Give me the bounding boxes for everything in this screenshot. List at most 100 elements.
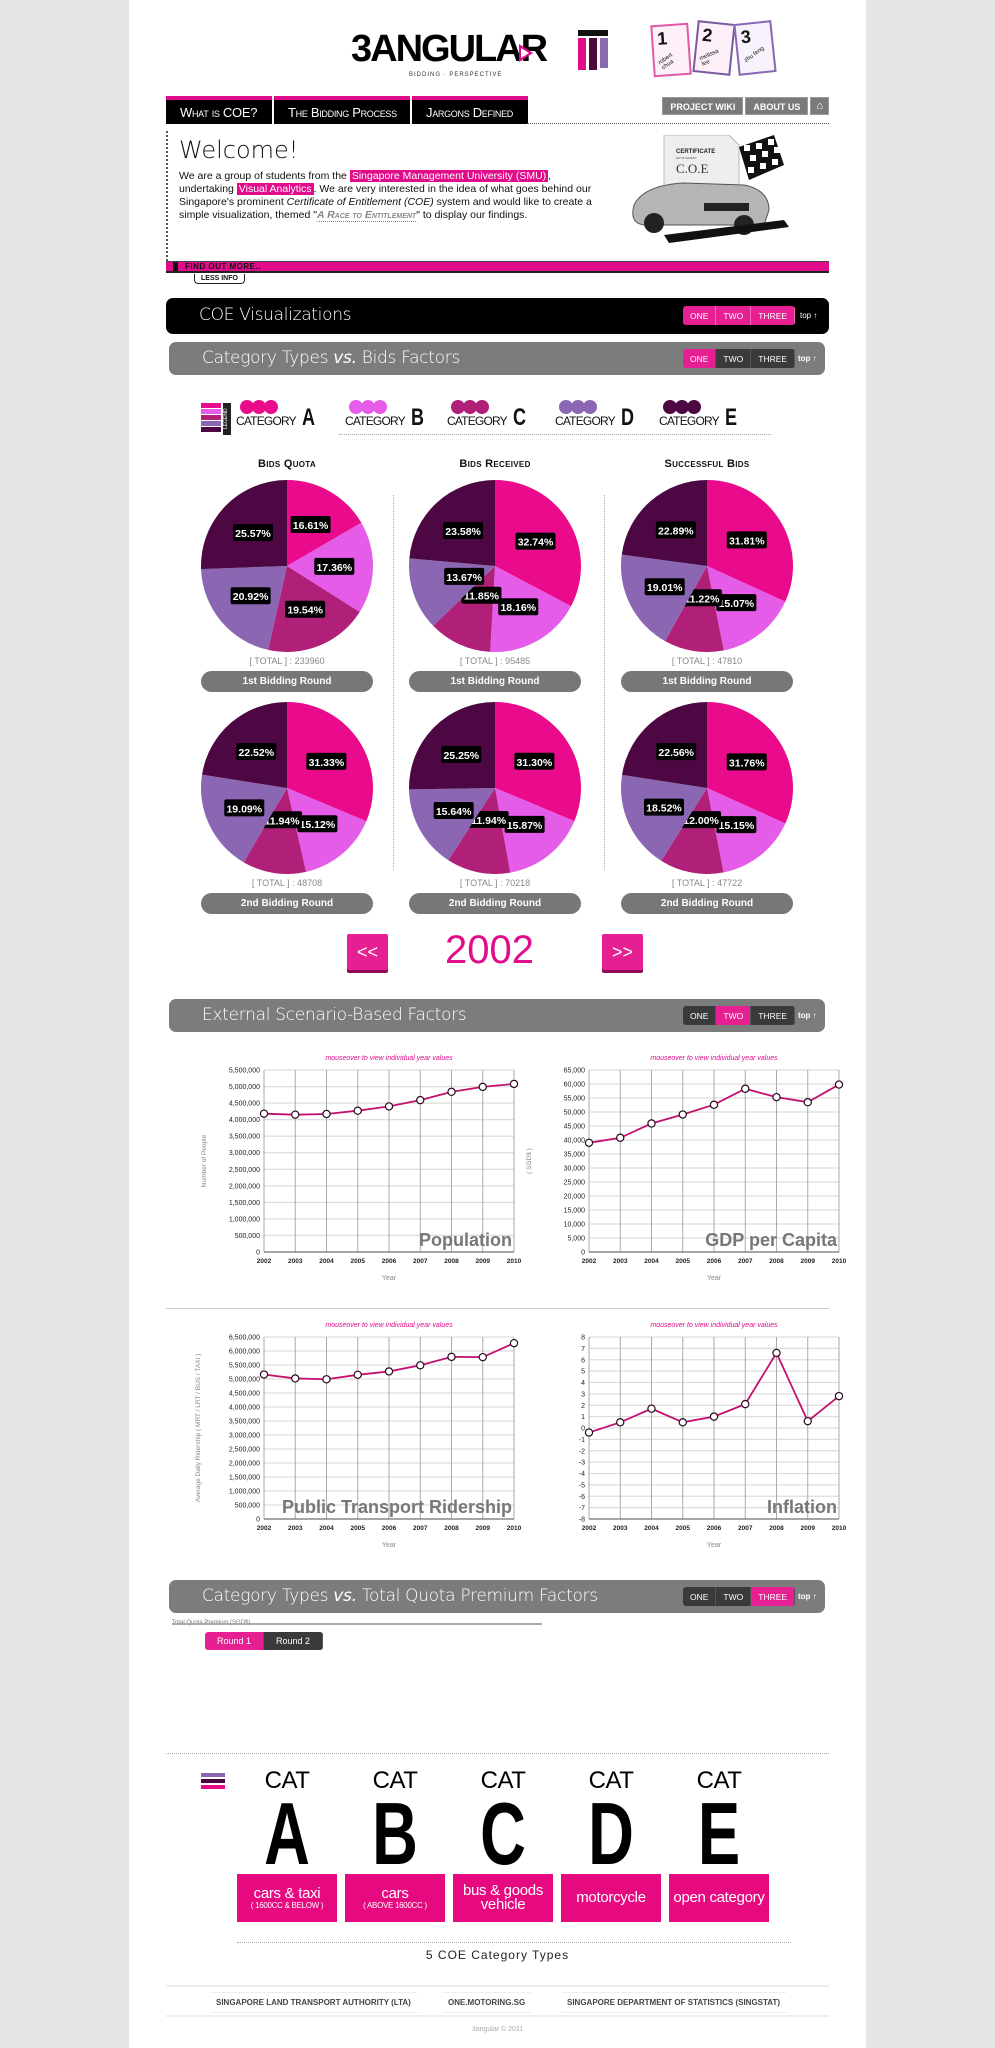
y-tick-label: 6: [581, 1357, 585, 1364]
s3-two-button[interactable]: TWO: [716, 1587, 752, 1606]
data-point[interactable]: [291, 1110, 300, 1119]
site-logo[interactable]: 3ANGULAR: [351, 28, 548, 71]
about-us-button[interactable]: ABOUT US: [745, 97, 809, 115]
pie-chart[interactable]: 32.74% 18.16%11.85% 13.67% 23.58%: [409, 480, 581, 652]
data-point[interactable]: [709, 1100, 719, 1109]
less-info-button[interactable]: LESS INFO: [194, 274, 245, 284]
footer-link-lta[interactable]: SINGAPORE LAND TRANSPORT AUTHORITY (LTA): [210, 1992, 417, 2013]
pie-chart[interactable]: 31.33%15.12%11.94%19.09%22.52%: [201, 702, 373, 874]
nav-tab-bidding-process[interactable]: The Bidding Process: [274, 96, 410, 124]
team-card-1[interactable]: 1 robert chua: [650, 22, 692, 78]
data-point[interactable]: [384, 1102, 394, 1111]
data-point[interactable]: [353, 1106, 362, 1115]
main-two-button[interactable]: TWO: [716, 306, 752, 325]
s1-two-button[interactable]: TWO: [716, 349, 752, 368]
line-chart-public-transport-ridership[interactable]: mouseover to view individual year values…: [192, 1315, 522, 1555]
pie-chart[interactable]: 16.61% 17.36% 19.54% 20.92% 25.57%: [201, 480, 373, 652]
cat-type-box-d[interactable]: motorcycle: [561, 1874, 661, 1922]
top-link[interactable]: top ↑: [800, 311, 817, 320]
data-point[interactable]: [772, 1348, 781, 1358]
s2-three-button[interactable]: THREE: [751, 1006, 796, 1025]
team-card-2[interactable]: 2 melissa lee: [692, 20, 736, 76]
home-icon[interactable]: ⌂: [810, 97, 829, 115]
data-point[interactable]: [416, 1095, 425, 1105]
data-point[interactable]: [678, 1110, 687, 1119]
y-tick-label: 5,000,000: [229, 1084, 260, 1091]
bidding-round-pill[interactable]: 2nd Bidding Round: [621, 893, 793, 914]
cat-type-box-c[interactable]: bus & goods vehicle: [453, 1874, 553, 1922]
data-point[interactable]: [322, 1109, 331, 1119]
s3-one-button[interactable]: ONE: [683, 1587, 717, 1606]
data-point[interactable]: [259, 1109, 269, 1118]
data-point[interactable]: [384, 1367, 394, 1376]
top-link[interactable]: top ↑: [798, 1011, 817, 1020]
s1-one-button[interactable]: ONE: [683, 349, 717, 368]
top-link[interactable]: top ↑: [798, 354, 817, 363]
data-point[interactable]: [416, 1361, 425, 1370]
cat-type-box-e[interactable]: open category: [669, 1874, 769, 1922]
data-point[interactable]: [616, 1133, 625, 1142]
next-year-button[interactable]: >>: [602, 934, 643, 970]
data-point[interactable]: [741, 1399, 750, 1409]
bidding-round-pill[interactable]: 2nd Bidding Round: [201, 893, 373, 914]
round-1-button[interactable]: Round 1: [205, 1632, 265, 1650]
project-wiki-button[interactable]: PROJECT WIKI: [662, 97, 744, 115]
data-point[interactable]: [834, 1080, 844, 1089]
nav-tab-jargons[interactable]: Jargons Defined: [412, 96, 528, 124]
legend-letter: D: [621, 404, 635, 431]
data-point[interactable]: [709, 1412, 719, 1421]
line-chart-population[interactable]: mouseover to view individual year values…: [192, 1048, 522, 1288]
data-point[interactable]: [647, 1119, 656, 1128]
data-point[interactable]: [478, 1352, 487, 1362]
visual-analytics-link[interactable]: Visual Analytics: [236, 183, 314, 195]
data-point[interactable]: [803, 1098, 812, 1107]
top-link[interactable]: top ↑: [798, 1592, 817, 1601]
data-point[interactable]: [616, 1418, 625, 1427]
data-point[interactable]: [772, 1092, 781, 1102]
pie-chart[interactable]: 31.81%15.07%11.22%19.01%22.89%: [621, 480, 793, 652]
pie-chart[interactable]: 31.76%15.15%12.00%18.52%22.56%: [621, 702, 793, 874]
data-point[interactable]: [584, 1138, 594, 1148]
s2-two-button[interactable]: TWO: [716, 1006, 752, 1025]
footer-link-onemotoring[interactable]: ONE.MOTORING.SG: [442, 1992, 532, 2013]
main-one-button[interactable]: ONE: [683, 306, 717, 325]
smu-link[interactable]: Singapore Management University (SMU): [349, 170, 549, 182]
line-chart-inflation[interactable]: mouseover to view individual year values…: [517, 1315, 847, 1555]
data-point[interactable]: [353, 1370, 362, 1380]
data-point[interactable]: [447, 1352, 456, 1362]
team-card-3[interactable]: 3 zhu feng: [733, 20, 777, 76]
pie-slice-e[interactable]: [409, 702, 495, 790]
cat-type-box-a[interactable]: cars & taxi( 1600CC & BELOW ): [237, 1874, 337, 1922]
find-out-more-label[interactable]: FIND OUT MORE..: [185, 262, 261, 271]
prev-year-button[interactable]: <<: [347, 934, 388, 970]
bidding-round-pill[interactable]: 2nd Bidding Round: [409, 893, 581, 914]
pie-label: 15.12%: [300, 819, 336, 831]
main-three-button[interactable]: THREE: [751, 306, 796, 325]
data-point[interactable]: [647, 1404, 656, 1413]
s1-three-button[interactable]: THREE: [751, 349, 796, 368]
svg-text:CERTIFICATE: CERTIFICATE: [676, 149, 715, 155]
line-chart-gdp-per-capita[interactable]: mouseover to view individual year values…: [517, 1048, 847, 1288]
s3-three-button[interactable]: THREE: [751, 1587, 796, 1606]
bidding-round-pill[interactable]: 1st Bidding Round: [409, 671, 581, 692]
data-point[interactable]: [447, 1087, 456, 1097]
data-point[interactable]: [834, 1391, 844, 1401]
footer-link-singstat[interactable]: SINGAPORE DEPARTMENT OF STATISTICS (SING…: [561, 1992, 787, 2013]
data-point[interactable]: [478, 1082, 487, 1092]
bidding-round-pill[interactable]: 1st Bidding Round: [621, 671, 793, 692]
data-point[interactable]: [291, 1374, 300, 1383]
nav-tab-what-is-coe[interactable]: What is COE?: [166, 96, 272, 124]
data-point[interactable]: [803, 1416, 812, 1426]
pie-chart[interactable]: 31.30% 15.87%11.94%15.64% 25.25%: [409, 702, 581, 874]
data-point[interactable]: [678, 1418, 687, 1427]
data-point[interactable]: [584, 1428, 594, 1437]
round-2-button[interactable]: Round 2: [264, 1632, 324, 1650]
s2-one-button[interactable]: ONE: [683, 1006, 717, 1025]
cat-type-box-b[interactable]: cars( ABOVE 1600CC ): [345, 1874, 445, 1922]
data-point[interactable]: [259, 1370, 269, 1379]
data-point[interactable]: [741, 1084, 750, 1093]
bidding-round-pill[interactable]: 1st Bidding Round: [201, 671, 373, 692]
data-point[interactable]: [322, 1375, 331, 1384]
find-out-more-bar[interactable]: [166, 261, 829, 273]
race-to-entitlement-link[interactable]: A Race to Entitlement: [316, 209, 417, 222]
